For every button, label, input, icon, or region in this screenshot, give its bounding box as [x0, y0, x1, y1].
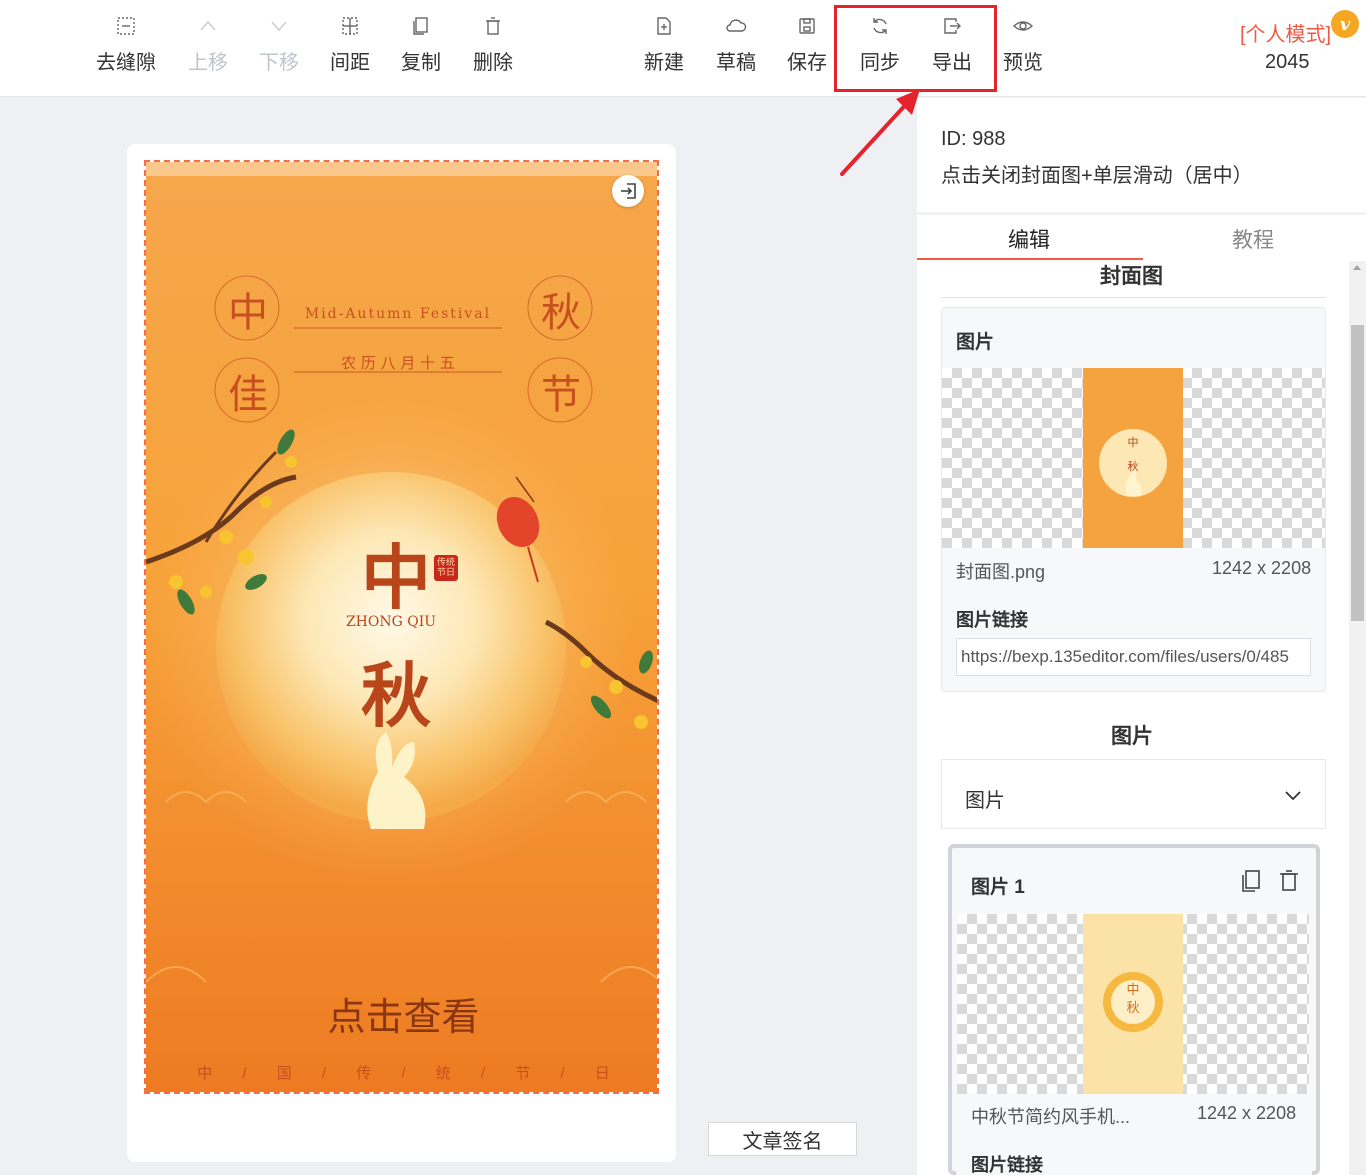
delete-button[interactable]: 删除 — [457, 14, 529, 80]
mid-autumn-poster[interactable]: 中 秋 佳 节 Mid-Autumn Festival 农 历 八 月 十 五 … — [144, 160, 659, 1094]
cover-file-size: 1242 x 2208 — [1212, 558, 1312, 578]
chevron-down-icon — [1285, 791, 1301, 801]
image-item-preview[interactable]: 中 秋 — [957, 914, 1309, 1094]
template-id: ID: 988 — [941, 128, 1006, 150]
mode-label[interactable]: [个人模式] — [1240, 18, 1331, 47]
annotation-highlight-box — [834, 5, 997, 92]
cover-thumbnail: 中 秋 — [1083, 368, 1183, 548]
new-file-icon — [652, 14, 676, 38]
images-section-heading: 图片 — [1111, 725, 1153, 748]
tab-edit[interactable]: 编辑 — [1008, 224, 1050, 254]
template-title: 点击关闭封面图+单层滑动（居中） — [941, 165, 1253, 187]
panel-divider — [917, 212, 1366, 215]
svg-text:中: 中 — [1128, 436, 1139, 449]
cover-file-name: 封面图.png — [956, 562, 1046, 582]
image-item-file-name: 中秋节简约风手机... — [971, 1107, 1131, 1127]
cover-link-label: 图片链接 — [956, 610, 1028, 630]
image-item-file-size: 1242 x 2208 — [1197, 1103, 1297, 1123]
poster-footer: 中 / 国 / 传 / 统 / 节 / 日 — [197, 1065, 610, 1082]
chevron-up-icon — [196, 14, 220, 38]
remove-gap-button[interactable]: 去缝隙 — [90, 14, 162, 80]
vip-badge-icon: v — [1331, 10, 1359, 38]
poster-cta[interactable]: 点击查看 — [286, 986, 521, 1041]
draft-button[interactable]: 草稿 — [700, 14, 772, 80]
poster-big-char-2: 秋 — [361, 654, 431, 737]
spacing-icon — [338, 14, 362, 38]
scrollbar-thumb[interactable] — [1351, 325, 1364, 621]
copy-button[interactable]: 复制 — [385, 14, 457, 80]
poster-corner-char-2: 秋 — [541, 290, 581, 336]
save-icon — [795, 14, 819, 38]
annotation-arrow-icon — [840, 89, 920, 176]
scroll-up-icon[interactable] — [1353, 265, 1361, 270]
cover-section-heading: 封面图 — [1100, 265, 1163, 288]
mode-number: 2045 — [1265, 51, 1310, 73]
spacing-button[interactable]: 间距 — [314, 14, 386, 80]
move-down-button[interactable]: 下移 — [243, 14, 315, 80]
images-dropdown-value: 图片 — [965, 790, 1005, 812]
poster-big-char-1: 中 — [361, 536, 431, 619]
section-divider — [941, 297, 1326, 298]
gap-remove-icon — [114, 14, 138, 38]
trash-icon[interactable] — [1276, 868, 1302, 894]
svg-text:秋: 秋 — [1128, 459, 1139, 473]
article-signature-button[interactable]: 文章签名 — [708, 1122, 857, 1156]
cover-image-label: 图片 — [956, 332, 995, 353]
trash-icon — [481, 14, 505, 38]
eye-icon — [1011, 14, 1035, 38]
panel-scrollbar[interactable] — [1349, 261, 1366, 1175]
image-item-title: 图片 1 — [971, 877, 1025, 898]
save-button[interactable]: 保存 — [771, 14, 843, 80]
copy-icon[interactable] — [1238, 868, 1264, 894]
poster-seal: 传统节日 — [436, 558, 455, 578]
top-toolbar: 去缝隙 上移 下移 间距 复制 删除 新建 草稿 保存 同步 导出 预览 [个人… — [0, 0, 1366, 97]
poster-corner-char-1: 中 — [228, 290, 268, 336]
cover-link-input[interactable]: https://bexp.135editor.com/files/users/0… — [956, 638, 1311, 676]
poster-pinyin: ZHONG QIU — [345, 614, 437, 630]
svg-text:中: 中 — [1126, 983, 1139, 998]
tab-tutorial[interactable]: 教程 — [1232, 224, 1274, 254]
chevron-down-icon — [267, 14, 291, 38]
poster-lunar-date: 农 历 八 月 十 五 — [341, 354, 455, 372]
move-up-button[interactable]: 上移 — [172, 14, 244, 80]
images-dropdown[interactable]: 图片 — [941, 759, 1326, 829]
poster-corner-char-3: 佳 — [228, 372, 268, 418]
exit-icon[interactable] — [612, 175, 644, 207]
image-item-link-label: 图片链接 — [971, 1155, 1043, 1175]
image-item-thumbnail: 中 秋 — [1083, 914, 1183, 1094]
preview-button[interactable]: 预览 — [987, 14, 1059, 80]
new-button[interactable]: 新建 — [628, 14, 700, 80]
cloud-icon — [724, 14, 748, 38]
svg-text:秋: 秋 — [1126, 1001, 1139, 1016]
poster-festival-en: Mid-Autumn Festival — [304, 306, 492, 322]
cover-image-preview[interactable]: 中 秋 — [942, 368, 1325, 548]
copy-icon — [409, 14, 433, 38]
poster-corner-char-4: 节 — [541, 372, 581, 418]
